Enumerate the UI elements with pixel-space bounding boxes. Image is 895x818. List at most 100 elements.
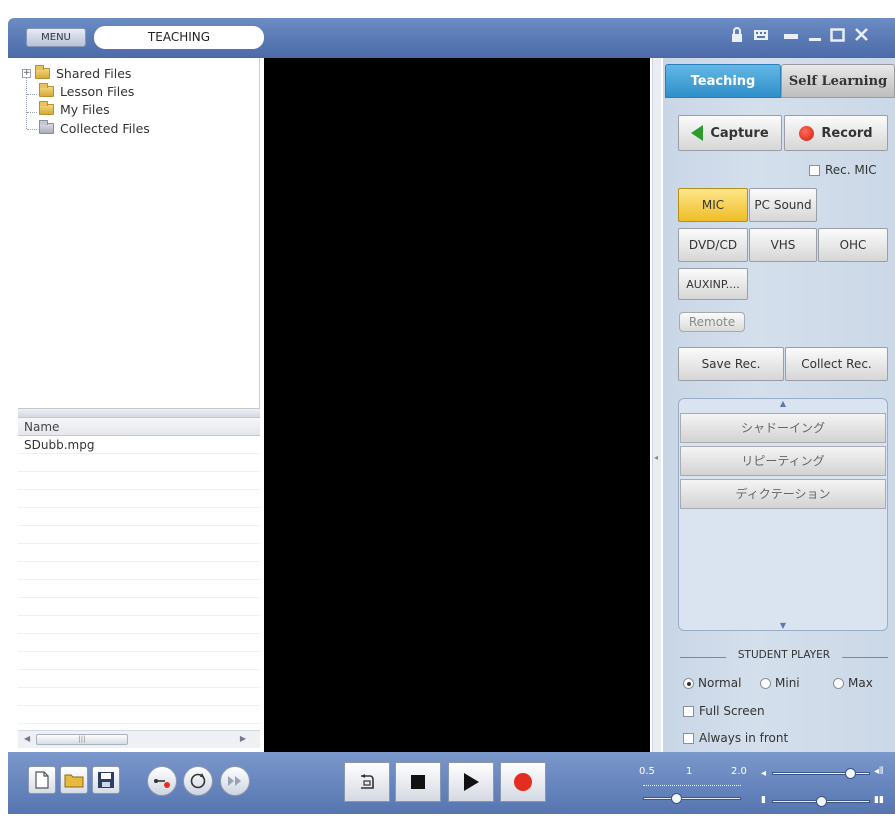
radio-button-icon[interactable] xyxy=(760,677,771,689)
checkbox-box[interactable] xyxy=(809,164,820,176)
activity-shadowing[interactable]: シャドーイング xyxy=(680,413,886,443)
radio-mini[interactable]: Mini xyxy=(760,676,800,690)
record-toolbar-button[interactable] xyxy=(500,762,546,802)
ab-repeat-icon[interactable] xyxy=(147,766,177,796)
scroll-left-icon[interactable]: ◀ xyxy=(24,734,30,743)
source-aux-button[interactable]: AUXINP.... xyxy=(678,268,748,300)
play-icon xyxy=(464,773,479,791)
rewind-button[interactable] xyxy=(344,762,390,802)
panel-splitter[interactable]: ◂ xyxy=(652,58,661,752)
empty-row xyxy=(18,508,260,526)
radio-mini-label: Mini xyxy=(775,676,800,690)
radio-button-icon[interactable] xyxy=(683,677,694,689)
close-icon[interactable] xyxy=(854,27,869,47)
capture-label: Capture xyxy=(710,125,769,141)
keyboard-icon[interactable] xyxy=(753,27,769,47)
folder-icon xyxy=(35,64,50,79)
tab-teaching[interactable]: Teaching xyxy=(665,64,781,98)
stop-button[interactable] xyxy=(395,762,441,802)
empty-row xyxy=(18,526,260,544)
empty-row xyxy=(18,544,260,562)
always-in-front-checkbox[interactable]: Always in front xyxy=(683,731,788,745)
column-header-name[interactable]: Name xyxy=(18,418,260,436)
capture-button[interactable]: Capture xyxy=(678,115,782,151)
new-file-icon[interactable] xyxy=(28,766,56,794)
speed-slider[interactable] xyxy=(643,797,741,800)
minimize-icon[interactable] xyxy=(808,27,822,47)
collapse-arrow-icon[interactable]: ◂ xyxy=(654,453,658,462)
volume-low-icon: ◂ xyxy=(761,768,767,779)
empty-row xyxy=(18,616,260,634)
empty-row xyxy=(18,634,260,652)
checkbox-box[interactable] xyxy=(683,705,694,717)
tree-item-my-files[interactable]: My Files xyxy=(39,100,110,118)
collected-folder-icon xyxy=(39,119,54,134)
radio-max[interactable]: Max xyxy=(833,676,873,690)
tree-item-label: Shared Files xyxy=(56,65,132,81)
tree-item-label: My Files xyxy=(60,101,110,117)
play-button[interactable] xyxy=(448,762,494,802)
radio-normal[interactable]: Normal xyxy=(683,676,741,690)
expand-icon[interactable]: + xyxy=(22,68,31,78)
tree-item-lesson-files[interactable]: Lesson Files xyxy=(39,82,134,100)
tree-item-label: Collected Files xyxy=(60,120,150,136)
activity-dictation[interactable]: ディクテーション xyxy=(680,479,886,509)
source-ohc-button[interactable]: OHC xyxy=(818,228,888,262)
menu-button[interactable]: MENU xyxy=(26,28,86,47)
record-icon xyxy=(514,773,532,791)
horizontal-scrollbar[interactable]: ◀ ||| ▶ xyxy=(18,730,260,748)
record-button[interactable]: Record xyxy=(784,115,888,151)
speed-slider-knob[interactable] xyxy=(670,793,682,804)
pane-splitter[interactable] xyxy=(18,408,260,418)
activity-repeating[interactable]: リピーティング xyxy=(680,446,886,476)
source-vhs-button[interactable]: VHS xyxy=(749,228,817,262)
capture-arrow-icon xyxy=(691,125,704,141)
scroll-up-icon[interactable]: ▲ xyxy=(679,399,887,408)
file-list: Name SDubb.mpg xyxy=(18,418,260,730)
empty-row xyxy=(18,652,260,670)
record-dot-icon xyxy=(799,125,815,141)
checkbox-box[interactable] xyxy=(683,732,694,744)
tab-self-learning[interactable]: Self Learning xyxy=(781,64,895,98)
file-row[interactable]: SDubb.mpg xyxy=(18,436,260,454)
tree-item-collected-files[interactable]: Collected Files xyxy=(39,119,150,137)
save-rec-button[interactable]: Save Rec. xyxy=(678,347,784,381)
full-screen-checkbox[interactable]: Full Screen xyxy=(683,704,765,718)
source-mic-button[interactable]: MIC xyxy=(678,188,748,222)
empty-row xyxy=(18,688,260,706)
scroll-down-icon[interactable]: ▼ xyxy=(679,621,887,630)
volume-high-icon: ◂⦀ xyxy=(874,766,884,777)
scroll-thumb[interactable]: ||| xyxy=(36,734,128,745)
folder-icon xyxy=(39,100,54,115)
empty-row xyxy=(18,454,260,472)
radio-button-icon[interactable] xyxy=(833,677,844,689)
source-pc-sound-button[interactable]: PC Sound xyxy=(749,188,817,222)
restore-icon[interactable] xyxy=(783,27,799,47)
mode-title-field: TEACHING xyxy=(94,26,264,49)
balance-left-icon: ▮ xyxy=(761,795,766,805)
activity-list: ▲ シャドーイング リピーティング ディクテーション ▼ xyxy=(678,398,888,631)
fast-forward-icon[interactable] xyxy=(220,766,250,796)
radio-max-label: Max xyxy=(848,676,873,690)
radio-normal-label: Normal xyxy=(698,676,742,690)
tree-item-label: Lesson Files xyxy=(60,83,135,99)
tree-item-shared-files[interactable]: + Shared Files xyxy=(22,64,131,82)
remote-button[interactable]: Remote xyxy=(679,312,745,332)
loop-icon[interactable] xyxy=(183,766,213,796)
student-player-heading: STUDENT PLAYER xyxy=(680,649,888,665)
rec-mic-checkbox[interactable]: Rec. MIC xyxy=(809,163,877,177)
maximize-icon[interactable] xyxy=(830,27,845,47)
balance-slider-knob[interactable] xyxy=(816,796,827,807)
source-dvd-cd-button[interactable]: DVD/CD xyxy=(678,228,748,262)
lock-icon[interactable] xyxy=(730,27,744,48)
empty-row xyxy=(18,562,260,580)
video-display[interactable] xyxy=(264,58,650,752)
folder-tree: + Shared Files Lesson Files My Files Col… xyxy=(18,58,260,408)
title-bar: MENU TEACHING xyxy=(8,18,895,58)
scroll-right-icon[interactable]: ▶ xyxy=(240,734,246,743)
save-disk-icon[interactable] xyxy=(92,766,120,794)
open-folder-icon[interactable] xyxy=(60,766,88,794)
empty-row xyxy=(18,598,260,616)
collect-rec-button[interactable]: Collect Rec. xyxy=(785,347,888,381)
empty-row xyxy=(18,472,260,490)
